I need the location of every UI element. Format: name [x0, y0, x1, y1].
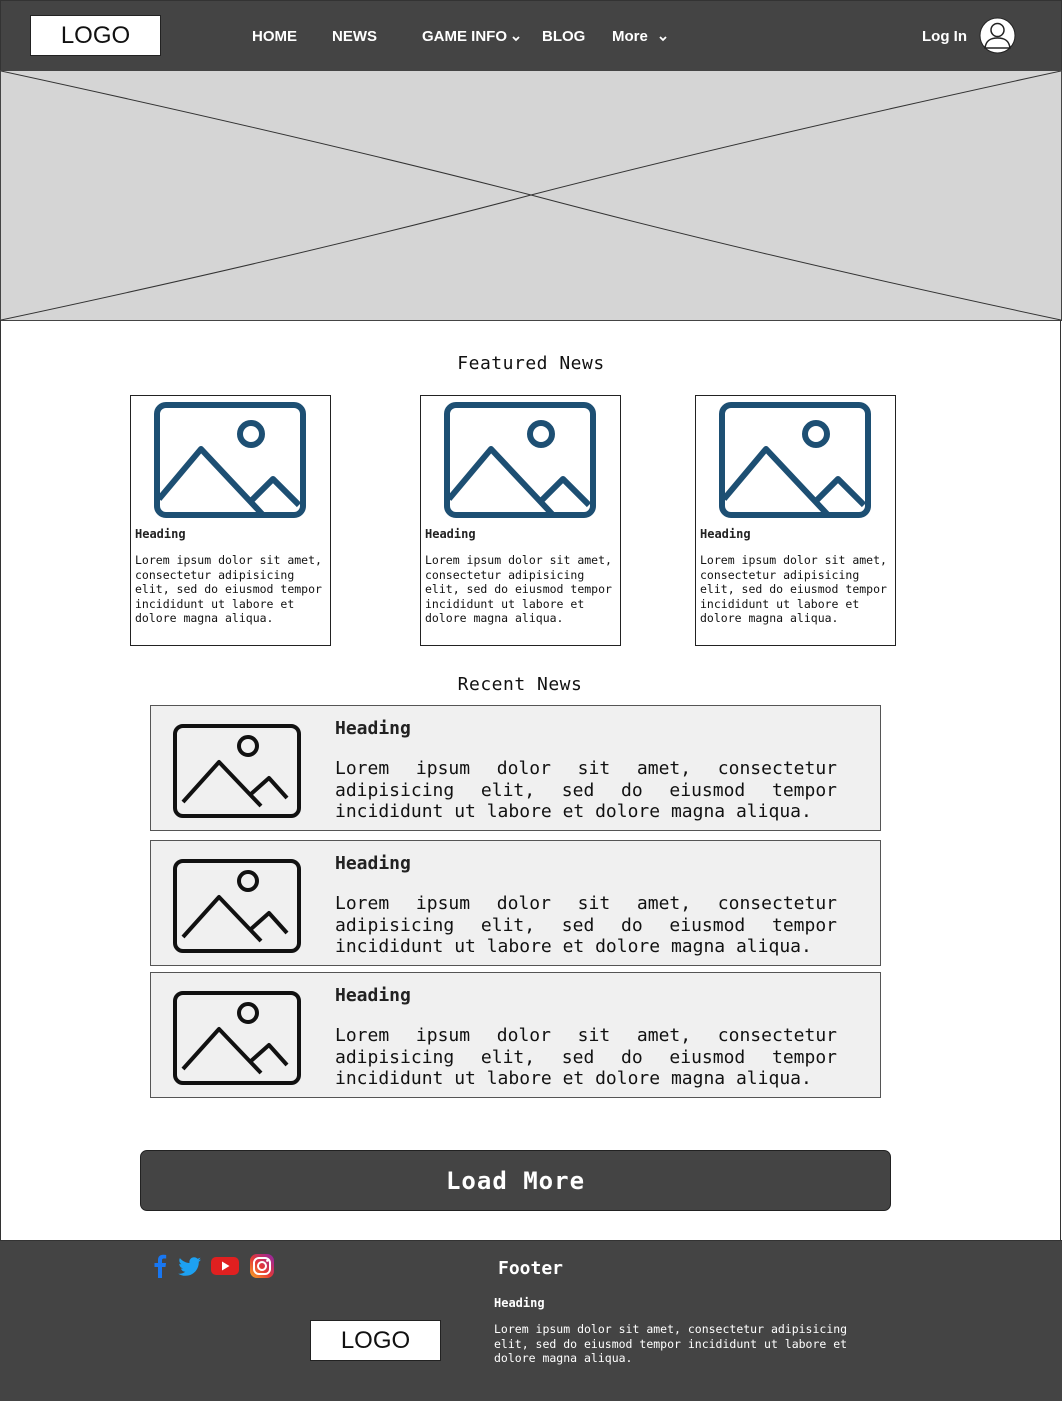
nav-home[interactable]: HOME: [252, 22, 297, 50]
recent-news-text: Lorem ipsum dolor sit amet, consectetur …: [335, 1025, 837, 1089]
recent-news-text: Lorem ipsum dolor sit amet, consectetur …: [335, 758, 837, 822]
youtube-icon[interactable]: [210, 1253, 240, 1279]
featured-card-heading: Heading: [700, 527, 751, 541]
recent-news-text: Lorem ipsum dolor sit amet, consectetur …: [335, 893, 837, 957]
twitter-icon[interactable]: [177, 1253, 203, 1279]
nav-news[interactable]: NEWS: [332, 22, 377, 50]
nav-game-info-label: GAME INFO: [422, 27, 507, 45]
recent-news-heading: Heading: [335, 718, 411, 739]
featured-news-title: Featured News: [457, 353, 605, 374]
footer-logo[interactable]: LOGO: [310, 1320, 441, 1361]
footer-title: Footer: [498, 1258, 564, 1279]
nav-news-label: NEWS: [332, 27, 377, 45]
hero-image-placeholder: [0, 70, 1062, 321]
image-icon: [173, 991, 301, 1085]
page-border-right: [1060, 320, 1061, 1240]
load-more-button[interactable]: Load More: [140, 1150, 891, 1211]
footer-text: Lorem ipsum dolor sit amet, consectetur …: [494, 1322, 848, 1365]
nav-blog[interactable]: BLOG: [542, 22, 585, 50]
featured-card[interactable]: Heading Lorem ipsum dolor sit amet, cons…: [130, 395, 331, 646]
recent-news-title: Recent News: [457, 674, 583, 695]
recent-news-item[interactable]: Heading Lorem ipsum dolor sit amet, cons…: [150, 705, 881, 831]
image-icon: [444, 402, 596, 518]
recent-news-heading: Heading: [335, 853, 411, 874]
featured-card-text: Lorem ipsum dolor sit amet, consectetur …: [425, 553, 612, 625]
featured-card-text: Lorem ipsum dolor sit amet, consectetur …: [135, 553, 322, 625]
featured-card[interactable]: Heading Lorem ipsum dolor sit amet, cons…: [695, 395, 896, 646]
chevron-down-icon: [512, 36, 520, 42]
login-link[interactable]: Log In: [922, 22, 967, 50]
chevron-down-icon: [659, 36, 667, 42]
featured-card-heading: Heading: [425, 527, 476, 541]
image-icon: [154, 402, 306, 518]
featured-card-text: Lorem ipsum dolor sit amet, consectetur …: [700, 553, 887, 625]
footer-heading: Heading: [494, 1296, 545, 1310]
nav-home-label: HOME: [252, 27, 297, 45]
image-icon: [173, 724, 301, 818]
image-icon: [173, 859, 301, 953]
user-avatar-icon[interactable]: [979, 17, 1016, 54]
page-border-left: [0, 320, 1, 1240]
recent-news-item[interactable]: Heading Lorem ipsum dolor sit amet, cons…: [150, 972, 881, 1098]
nav-game-info[interactable]: GAME INFO: [422, 22, 521, 50]
nav-more[interactable]: More: [612, 22, 668, 50]
recent-news-heading: Heading: [335, 985, 411, 1006]
instagram-icon[interactable]: [249, 1253, 275, 1279]
recent-news-item[interactable]: Heading Lorem ipsum dolor sit amet, cons…: [150, 840, 881, 966]
header-logo[interactable]: LOGO: [30, 15, 161, 56]
placeholder-cross-icon: [1, 71, 1061, 320]
featured-card[interactable]: Heading Lorem ipsum dolor sit amet, cons…: [420, 395, 621, 646]
image-icon: [719, 402, 871, 518]
facebook-icon[interactable]: [147, 1253, 173, 1279]
featured-card-heading: Heading: [135, 527, 186, 541]
nav-more-label: More: [612, 27, 648, 45]
nav-blog-label: BLOG: [542, 27, 586, 45]
